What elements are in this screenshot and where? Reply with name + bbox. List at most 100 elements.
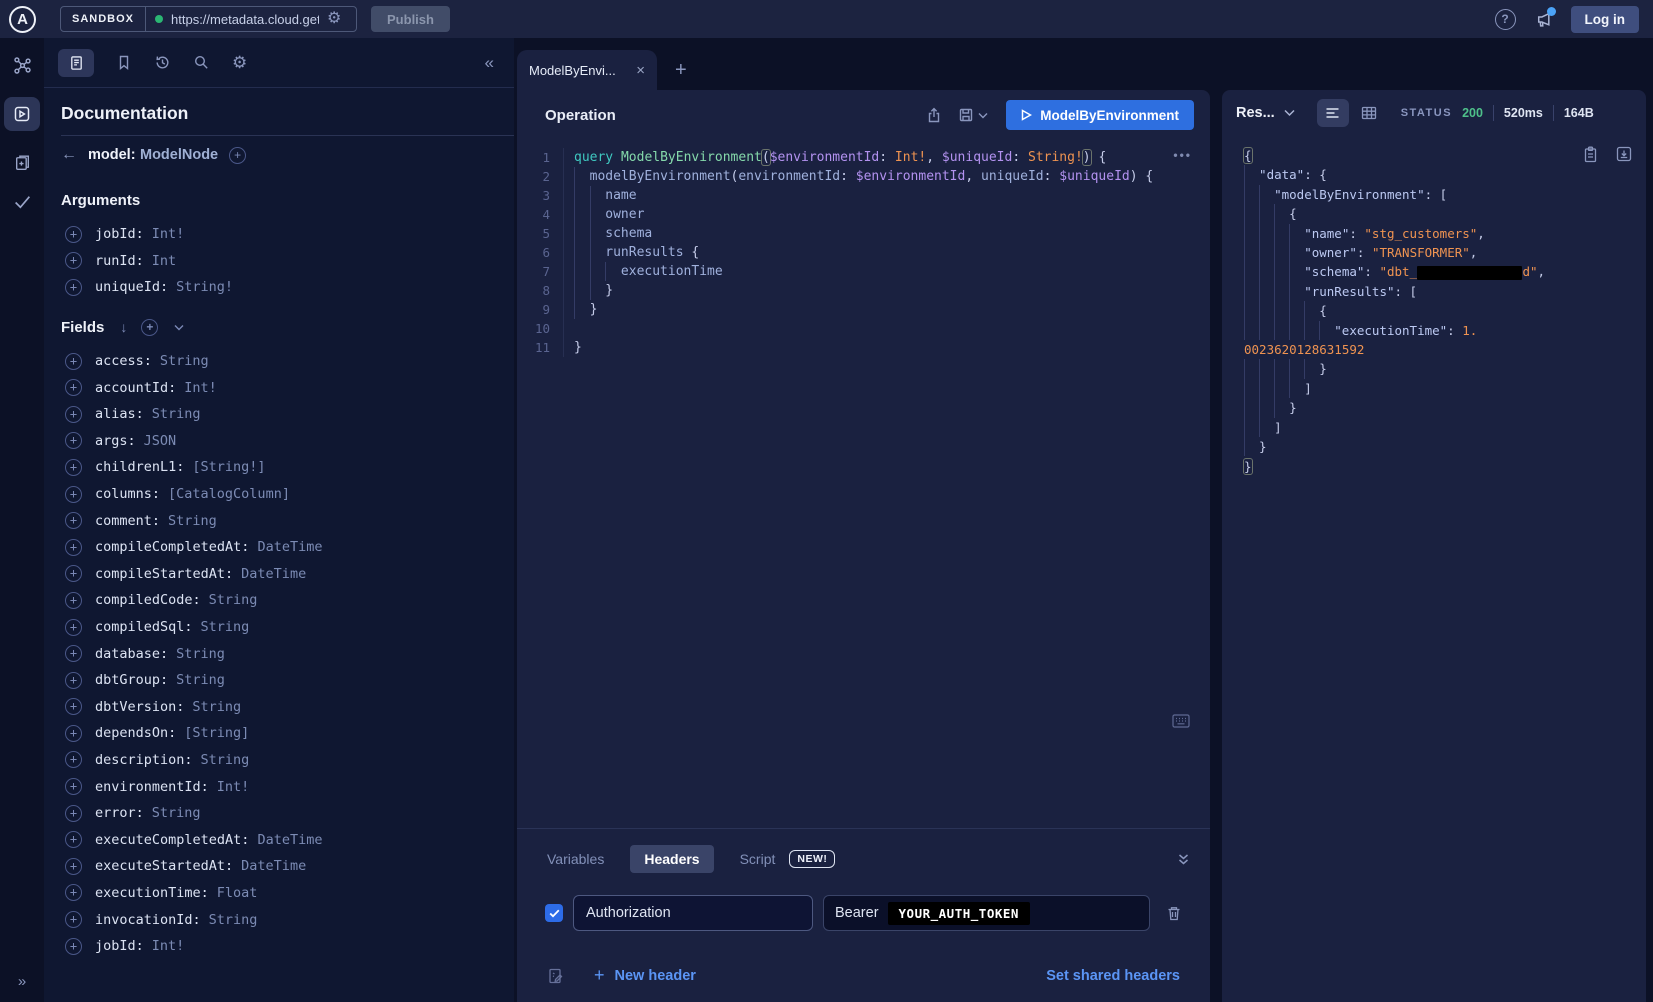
field-type[interactable]: DateTime [257, 539, 322, 555]
add-field-icon[interactable]: + [65, 698, 82, 715]
response-json[interactable]: {"data": {"modelByEnvironment": [{"name"… [1244, 146, 1634, 476]
code-line[interactable]: 1query ModelByEnvironment($environmentId… [517, 148, 1210, 167]
code-line[interactable]: 6runResults { [517, 243, 1210, 262]
schema-graph-icon[interactable] [13, 56, 32, 75]
tab-script[interactable]: Script [740, 851, 776, 867]
json-line[interactable]: { [1244, 204, 1634, 223]
apollo-logo-icon[interactable]: A [9, 6, 36, 33]
tab-variables[interactable]: Variables [547, 851, 604, 867]
add-field-icon[interactable]: + [65, 645, 82, 662]
endpoint-url-box[interactable]: https://metadata.cloud.get ⚙ [146, 7, 356, 31]
run-operation-button[interactable]: ModelByEnvironment [1006, 100, 1194, 130]
history-icon[interactable] [154, 54, 171, 71]
add-all-fields-icon[interactable]: + [141, 319, 158, 336]
field-name[interactable]: childrenL1: [95, 459, 184, 475]
field-name[interactable]: error: [95, 805, 144, 821]
field-type[interactable]: String [168, 513, 217, 529]
argument-type[interactable]: Int! [152, 226, 185, 242]
add-field-icon[interactable]: + [65, 353, 82, 370]
field-name[interactable]: executeStartedAt: [95, 858, 233, 874]
add-field-icon[interactable]: + [65, 778, 82, 795]
share-operation-icon[interactable] [926, 107, 942, 124]
field-name[interactable]: dbtVersion: [95, 699, 184, 715]
help-icon[interactable]: ? [1495, 9, 1516, 30]
add-argument-icon[interactable]: + [65, 226, 82, 243]
field-type[interactable]: String [176, 672, 225, 688]
publish-button[interactable]: Publish [371, 6, 450, 32]
field-type[interactable]: [String!] [192, 459, 265, 475]
collapse-bottom-panel-icon[interactable] [1177, 853, 1190, 866]
code-line[interactable]: 9} [517, 300, 1210, 319]
delete-header-icon[interactable] [1166, 905, 1182, 922]
new-tab-icon[interactable]: + [675, 60, 687, 80]
close-tab-icon[interactable]: × [636, 62, 645, 79]
add-field-icon[interactable]: + [65, 406, 82, 423]
field-type[interactable]: [String] [184, 725, 249, 741]
code-line[interactable]: 10 [517, 319, 1210, 338]
code-line[interactable]: 5schema [517, 224, 1210, 243]
json-line[interactable]: "owner": "TRANSFORMER", [1244, 243, 1634, 262]
add-field-icon[interactable]: + [65, 539, 82, 556]
add-field-icon[interactable]: + [65, 831, 82, 848]
field-type[interactable]: String [192, 699, 241, 715]
add-field-icon[interactable]: + [65, 512, 82, 529]
connection-settings-gear-icon[interactable]: ⚙ [327, 11, 341, 27]
code-line[interactable]: 4owner [517, 205, 1210, 224]
argument-type[interactable]: String! [176, 279, 233, 295]
checklist-icon[interactable] [13, 194, 32, 210]
add-field-icon[interactable]: + [65, 858, 82, 875]
field-type[interactable]: String [209, 912, 258, 928]
argument-type[interactable]: Int [152, 253, 176, 269]
field-type[interactable]: Float [217, 885, 258, 901]
field-name[interactable]: columns: [95, 486, 160, 502]
json-line[interactable]: ] [1244, 379, 1634, 398]
field-type[interactable]: String [160, 353, 209, 369]
field-name[interactable]: compiledCode: [95, 592, 201, 608]
field-type[interactable]: String [152, 805, 201, 821]
add-argument-icon[interactable]: + [65, 279, 82, 296]
add-field-icon[interactable]: + [65, 751, 82, 768]
field-type[interactable]: String [209, 592, 258, 608]
json-line[interactable]: "executionTime": 1. [1244, 321, 1634, 340]
response-title[interactable]: Res... [1236, 105, 1275, 121]
endpoint-url[interactable]: https://metadata.cloud.get [171, 12, 319, 27]
code-line[interactable]: 7executionTime [517, 262, 1210, 281]
field-type[interactable]: String [152, 406, 201, 422]
argument-name[interactable]: uniqueId: [95, 279, 168, 295]
add-field-icon[interactable]: + [65, 805, 82, 822]
edit-headers-document-icon[interactable] [547, 967, 564, 985]
collapse-panel-icon[interactable]: « [485, 53, 494, 73]
field-name[interactable]: invocationId: [95, 912, 201, 928]
field-name[interactable]: compiledSql: [95, 619, 193, 635]
search-icon[interactable] [193, 54, 210, 71]
field-name[interactable]: dependsOn: [95, 725, 176, 741]
json-line[interactable]: } [1244, 437, 1634, 456]
field-type[interactable]: String [201, 619, 250, 635]
save-operation-icon[interactable] [958, 107, 974, 123]
field-name[interactable]: description: [95, 752, 193, 768]
copy-response-icon[interactable] [1583, 146, 1598, 163]
code-line[interactable]: 11} [517, 338, 1210, 357]
table-view-icon[interactable] [1361, 106, 1377, 120]
add-field-icon[interactable]: + [65, 884, 82, 901]
download-response-icon[interactable] [1616, 146, 1632, 163]
keyboard-shortcuts-icon[interactable] [1172, 714, 1190, 728]
field-name[interactable]: executionTime: [95, 885, 209, 901]
field-name[interactable]: executeCompletedAt: [95, 832, 249, 848]
json-line[interactable]: { [1244, 301, 1634, 320]
field-type[interactable]: String [201, 752, 250, 768]
header-key-input[interactable] [573, 895, 813, 931]
header-enabled-checkbox[interactable] [545, 904, 563, 922]
json-line[interactable]: } [1244, 359, 1634, 378]
add-field-icon[interactable]: + [65, 911, 82, 928]
field-type[interactable]: String [176, 646, 225, 662]
code-line[interactable]: 2modelByEnvironment(environmentId: $envi… [517, 167, 1210, 186]
editor-options-icon[interactable]: ••• [1173, 148, 1192, 162]
add-field-icon[interactable]: + [65, 432, 82, 449]
field-name[interactable]: comment: [95, 513, 160, 529]
add-field-icon[interactable]: + [65, 619, 82, 636]
field-name[interactable]: environmentId: [95, 779, 209, 795]
json-line[interactable]: "schema": "dbt_d", [1244, 262, 1634, 281]
code-editor[interactable]: 1query ModelByEnvironment($environmentId… [517, 148, 1210, 357]
back-arrow-icon[interactable]: ← [61, 146, 77, 164]
